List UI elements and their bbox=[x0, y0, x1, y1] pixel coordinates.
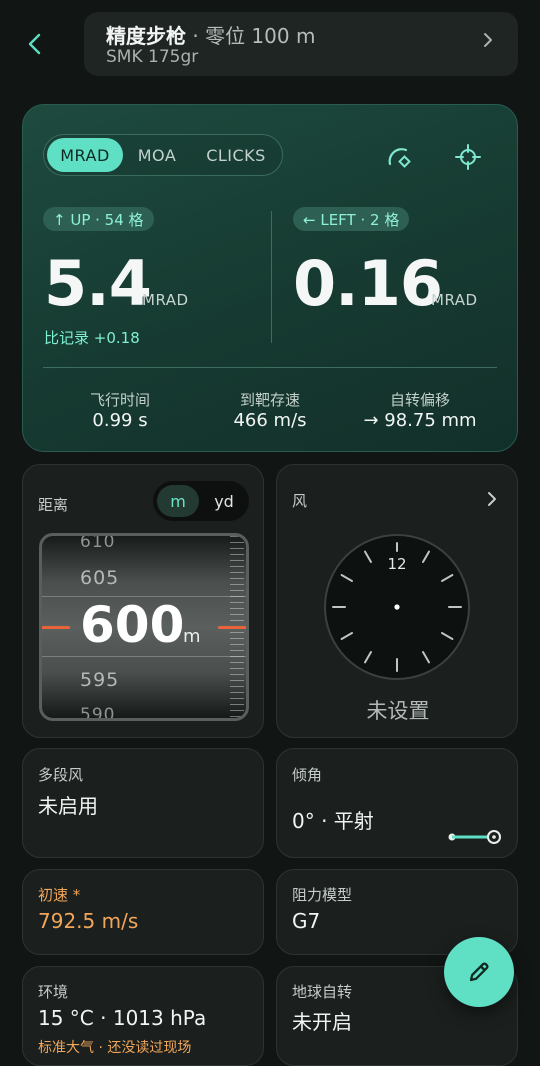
wheel-tick-label: 605 bbox=[80, 567, 120, 589]
unit-segmented-control: MRAD MOA CLICKS bbox=[43, 134, 283, 176]
elevation-unit: MRAD bbox=[142, 291, 189, 309]
coriolis-value: 未开启 bbox=[292, 1010, 352, 1034]
clock-12-label: 12 bbox=[387, 555, 407, 573]
environment-tile[interactable]: 环境 15 °C · 1013 hPa 标准大气 · 还没读过现场 bbox=[22, 966, 264, 1066]
distance-value: 600 bbox=[80, 596, 185, 654]
flight-time-value: 0.99 s bbox=[92, 410, 148, 431]
unit-mrad-button[interactable]: MRAD bbox=[47, 138, 123, 172]
distance-wheel[interactable]: 610 605 600 m 595 590 bbox=[39, 533, 249, 721]
muzzle-velocity-value: 792.5 m/s bbox=[38, 909, 139, 933]
wheel-marker-right bbox=[218, 626, 246, 629]
wind-clock-dial[interactable]: 12 bbox=[323, 533, 471, 681]
pencil-icon bbox=[469, 962, 489, 982]
wind-status: 未设置 bbox=[366, 699, 430, 723]
crosshair-icon[interactable] bbox=[454, 143, 482, 171]
environment-note: 标准大气 · 还没读过现场 bbox=[38, 1040, 192, 1056]
wheel-tick-label: 590 bbox=[80, 705, 116, 721]
ammo-label: SMK 175gr bbox=[106, 47, 199, 67]
wind-label: 风 bbox=[292, 492, 308, 510]
distance-tile: 距离 m yd 610 605 600 m 595 590 bbox=[22, 464, 264, 738]
divider bbox=[43, 367, 497, 368]
drag-model-value: G7 bbox=[292, 909, 321, 933]
distance-unit-toggle: m yd bbox=[153, 481, 249, 521]
elevation-compare: 比记录 +0.18 bbox=[44, 329, 140, 347]
distance-label: 距离 bbox=[38, 496, 69, 514]
velocity-value: 466 m/s bbox=[233, 410, 307, 431]
profile-zero: · 零位 100 m bbox=[192, 24, 316, 48]
environment-label: 环境 bbox=[38, 983, 69, 1001]
coriolis-label: 地球自转 bbox=[292, 983, 353, 1001]
drag-model-label: 阻力模型 bbox=[292, 886, 353, 904]
velocity-label: 到靶存速 bbox=[239, 391, 300, 409]
unit-moa-button[interactable]: MOA bbox=[126, 138, 188, 172]
multi-wind-tile[interactable]: 多段风 未启用 bbox=[22, 748, 264, 858]
muzzle-velocity-label: 初速 * bbox=[38, 886, 81, 904]
wind-tile[interactable]: 风 12 未设置 bbox=[276, 464, 518, 738]
back-button[interactable] bbox=[20, 26, 50, 62]
muzzle-velocity-tile[interactable]: 初速 * 792.5 m/s bbox=[22, 869, 264, 955]
wheel-tick-label: 595 bbox=[80, 669, 120, 691]
windage-value: 0.16 bbox=[293, 247, 443, 320]
chevron-right-icon bbox=[482, 30, 494, 56]
elevation-badge: ↑ UP · 54 格 bbox=[43, 207, 154, 231]
incline-tile[interactable]: 倾角 0° · 平射 bbox=[276, 748, 518, 858]
incline-label: 倾角 bbox=[292, 766, 323, 784]
wheel-tick-label: 610 bbox=[80, 533, 116, 552]
wheel-guide-line bbox=[42, 656, 246, 657]
profile-name: 精度步枪 bbox=[106, 24, 186, 48]
unit-clicks-button[interactable]: CLICKS bbox=[192, 138, 280, 172]
multi-wind-value: 未启用 bbox=[38, 794, 98, 818]
profile-selector[interactable]: 精度步枪 · 零位 100 m SMK 175gr bbox=[84, 12, 518, 76]
windage-unit: MRAD bbox=[431, 291, 478, 309]
flight-time-label: 飞行时间 bbox=[89, 391, 150, 409]
chevron-left-icon bbox=[28, 33, 41, 55]
incline-value: 0° · 平射 bbox=[292, 809, 374, 833]
divider bbox=[271, 211, 272, 343]
spin-drift-value: → 98.75 mm bbox=[363, 410, 477, 431]
unit-yd-button[interactable]: yd bbox=[203, 485, 245, 517]
profile-title: 精度步枪 · 零位 100 m bbox=[106, 20, 315, 49]
windage-badge: ← LEFT · 2 格 bbox=[293, 207, 410, 231]
multi-wind-label: 多段风 bbox=[38, 766, 84, 784]
edit-fab-button[interactable] bbox=[444, 937, 514, 1007]
chevron-right-icon bbox=[487, 491, 497, 511]
unit-m-button[interactable]: m bbox=[157, 485, 199, 517]
environment-value: 15 °C · 1013 hPa bbox=[38, 1006, 207, 1030]
distance-unit: m bbox=[183, 626, 201, 647]
spin-drift-label: 自转偏移 bbox=[389, 391, 450, 409]
incline-slider[interactable] bbox=[447, 827, 503, 847]
elevation-value: 5.4 bbox=[44, 247, 152, 320]
wheel-marker-left bbox=[42, 626, 70, 629]
firing-solution-card: MRAD MOA CLICKS ↑ UP · 54 格 5.4 MRAD 比记录… bbox=[22, 104, 518, 452]
reticle-arc-icon[interactable] bbox=[385, 143, 413, 171]
